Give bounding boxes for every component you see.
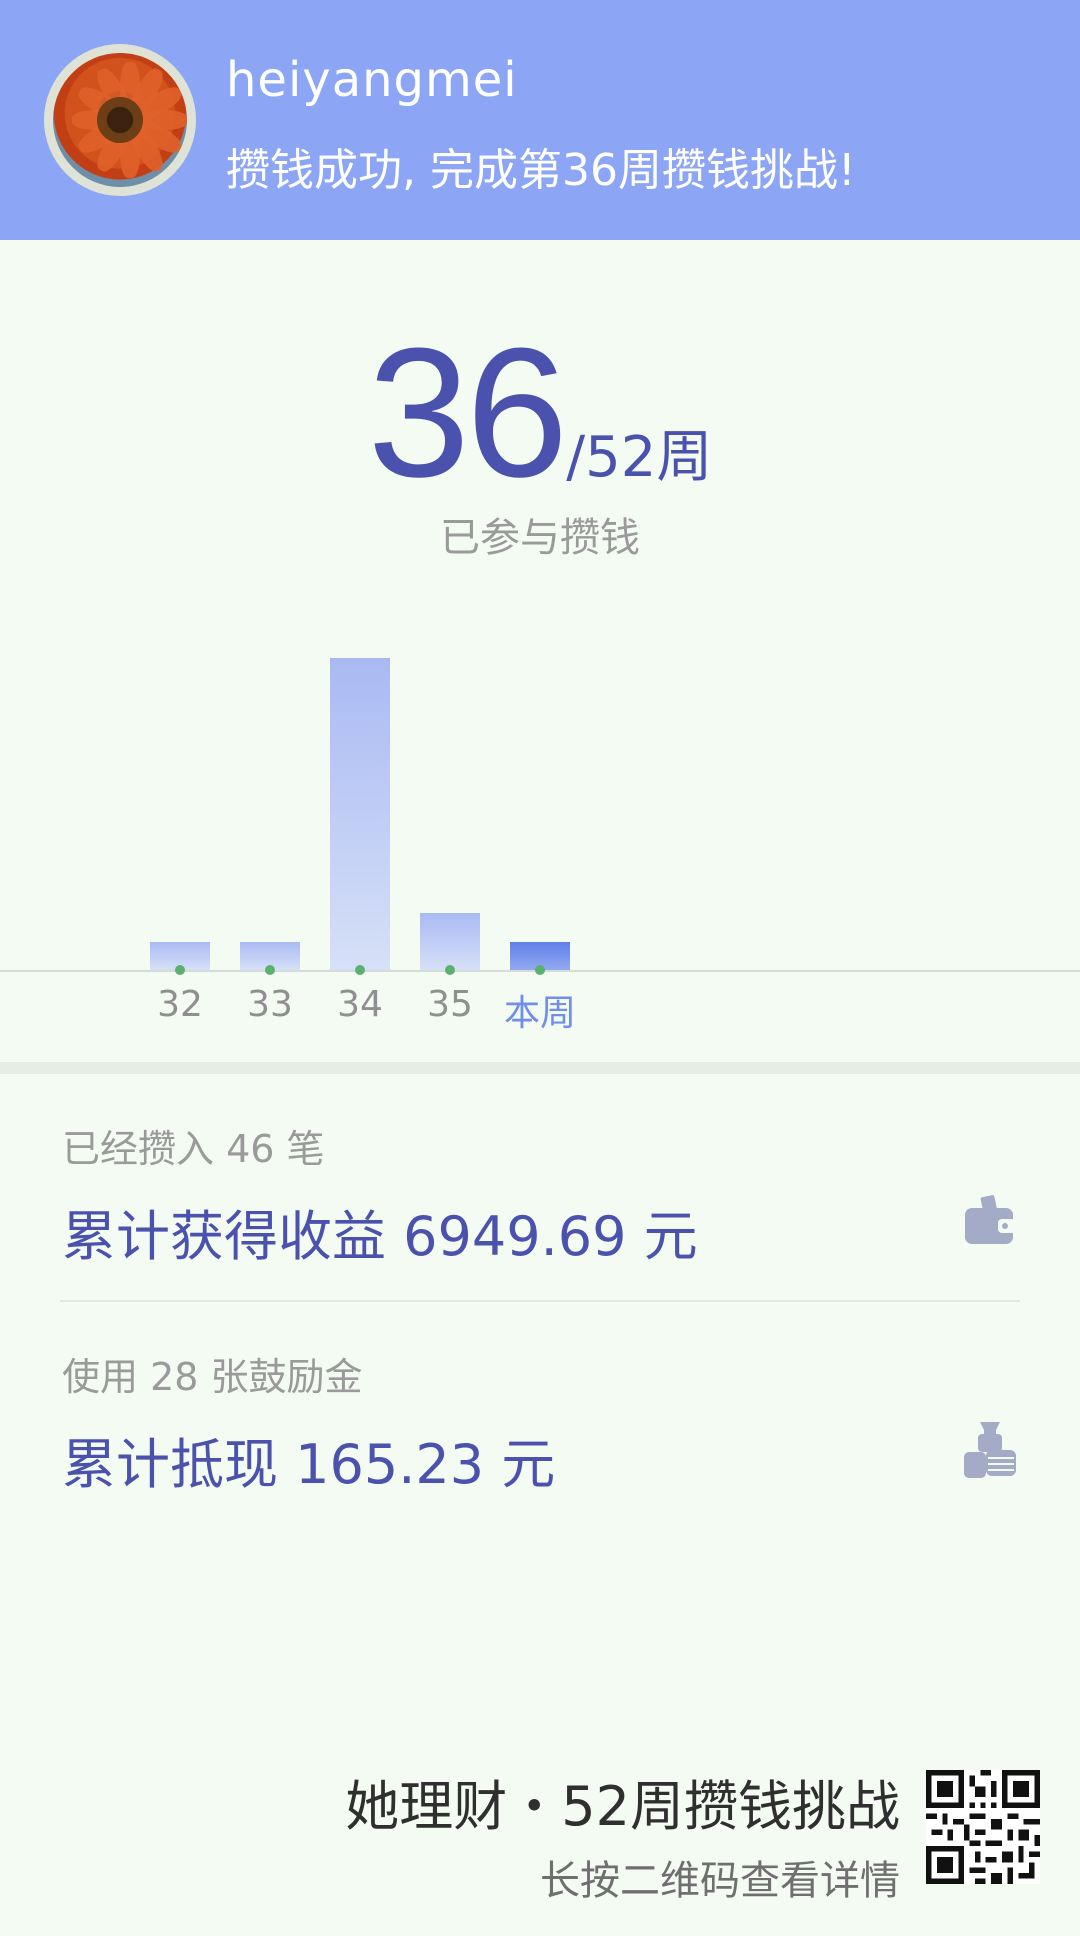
- share-header: heiyangmei 攒钱成功, 完成第36周攒钱挑战!: [0, 0, 1080, 240]
- footer-title: 她理财・52周攒钱挑战: [345, 1775, 900, 1838]
- success-message: 攒钱成功, 完成第36周攒钱挑战!: [226, 145, 856, 196]
- chart-point-3: [355, 965, 365, 975]
- chart-tick-label-4: 35: [427, 984, 473, 1025]
- wallet-icon: [962, 1194, 1018, 1250]
- username: heiyangmei: [226, 52, 518, 108]
- footer-hint: 长按二维码查看详情: [540, 1858, 900, 1904]
- avatar[interactable]: [44, 44, 196, 196]
- chart-tick-label-2: 33: [247, 984, 293, 1025]
- chart-point-4: [445, 965, 455, 975]
- progress-caption: 已参与攒钱: [440, 515, 640, 561]
- chart-tick-label-3: 34: [337, 984, 383, 1025]
- qr-code[interactable]: [926, 1770, 1040, 1884]
- section-divider: [0, 1062, 1080, 1074]
- sunflower-avatar-image: [53, 53, 187, 187]
- chart-tick-label-5: 本周: [503, 993, 576, 1034]
- deposit-count: 已经攒入 46 笔: [62, 1127, 325, 1171]
- total-cashback: 累计抵现 165.23 元: [62, 1433, 556, 1496]
- money-hand-icon: [962, 1420, 1018, 1478]
- chart-point-1: [175, 965, 185, 975]
- chart-bar-4: [420, 913, 480, 970]
- chart-point-5: [535, 965, 545, 975]
- stats-separator: [60, 1300, 1020, 1302]
- weeks-progress: 36/52周: [0, 320, 1080, 504]
- total-earnings: 累计获得收益 6949.69 元: [62, 1205, 698, 1268]
- weeks-total-label: /52周: [566, 425, 713, 490]
- weekly-savings-chart: 32 33 34 35 本周: [0, 560, 1080, 1040]
- chart-point-2: [265, 965, 275, 975]
- chart-tick-label-1: 32: [157, 984, 203, 1025]
- coupon-count: 使用 28 张鼓励金: [62, 1355, 363, 1399]
- weeks-done-number: 36: [367, 309, 569, 515]
- chart-bar-3: [330, 658, 390, 970]
